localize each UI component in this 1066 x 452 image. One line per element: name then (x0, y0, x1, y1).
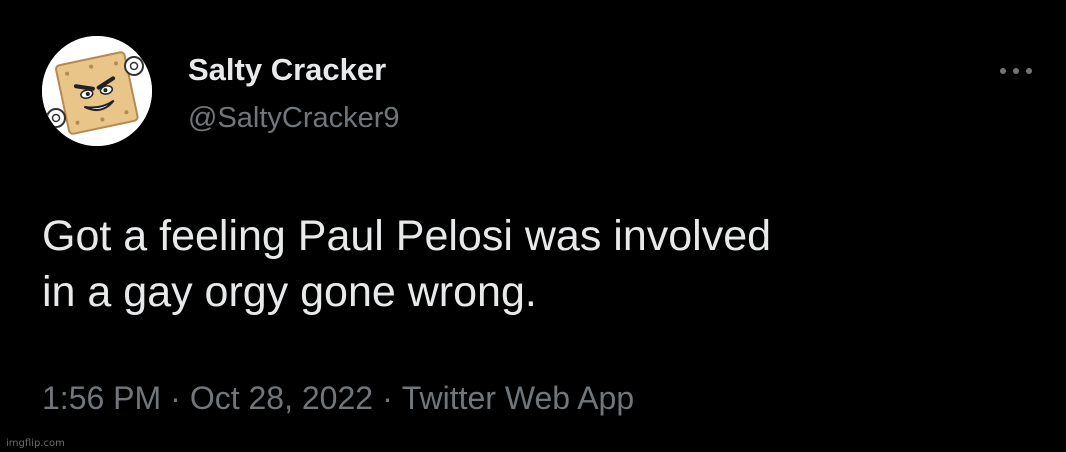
author-handle[interactable]: @SaltyCracker9 (188, 102, 400, 135)
tweet-text-line: Got a feeling Paul Pelosi was involved (42, 212, 772, 260)
tweet-source[interactable]: Twitter Web App (402, 380, 634, 416)
tweet-meta: 1:56 PM · Oct 28, 2022 · Twitter Web App (42, 380, 634, 417)
tweet-text-line: in a gay orgy gone wrong. (42, 268, 537, 316)
tweet-card: Salty Cracker @SaltyCracker9 Got a feeli… (0, 0, 1066, 452)
more-options-button[interactable] (996, 56, 1036, 86)
cracker-mascot-icon (42, 36, 152, 146)
meta-separator: · (382, 380, 393, 416)
watermark: imgflip.com (6, 438, 65, 449)
more-horizontal-icon (1000, 68, 1032, 74)
tweet-date[interactable]: Oct 28, 2022 (190, 380, 373, 416)
meta-separator: · (170, 380, 181, 416)
avatar[interactable] (42, 36, 152, 146)
author-display-name[interactable]: Salty Cracker (188, 52, 386, 88)
tweet-text: Got a feeling Paul Pelosi was involved i… (42, 208, 1032, 320)
tweet-time[interactable]: 1:56 PM (42, 380, 161, 416)
